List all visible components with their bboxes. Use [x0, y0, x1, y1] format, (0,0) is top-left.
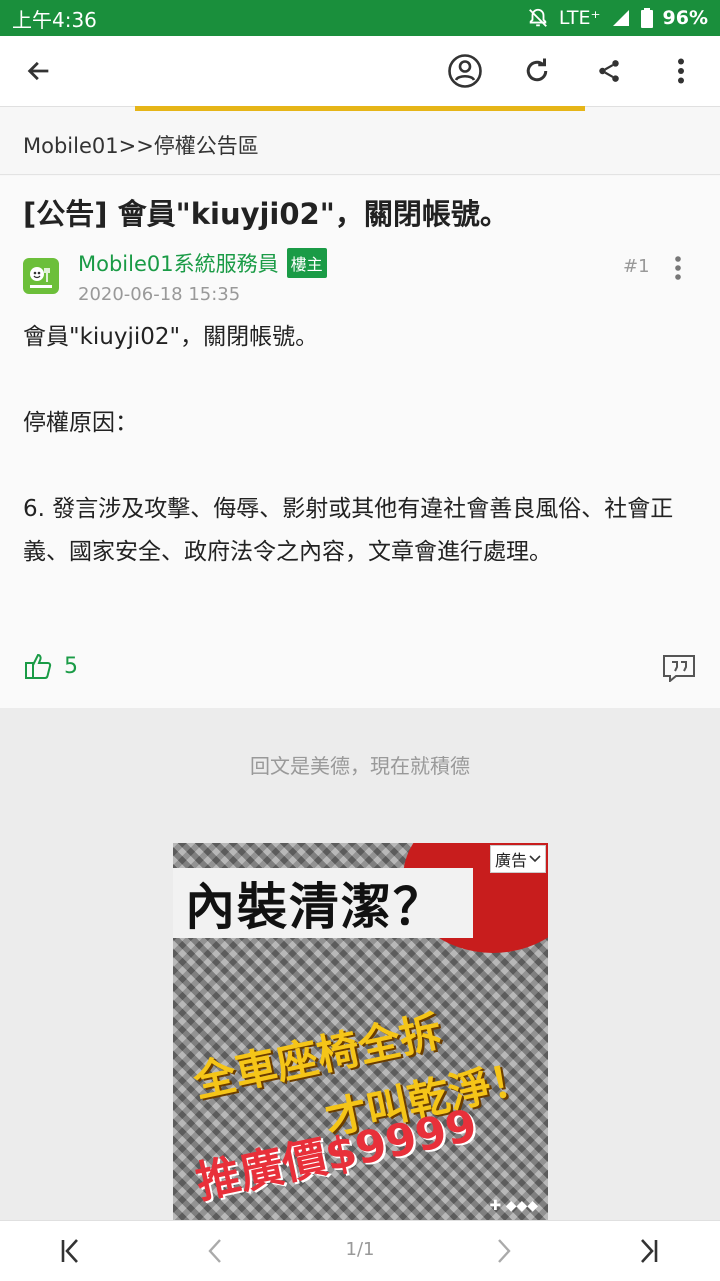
- status-time: 上午4:36: [12, 7, 97, 32]
- avatar[interactable]: [23, 258, 59, 294]
- thumbs-up-icon: [25, 653, 52, 679]
- ad-label-text: 廣告: [494, 851, 527, 870]
- ad-label[interactable]: 廣告: [489, 845, 546, 873]
- signal-icon: [611, 8, 631, 28]
- advertisement[interactable]: 內裝清潔？ 廣告 全車座椅全拆 才叫乾淨！ 推廣價$9999 ✚ ◆◆◆: [173, 843, 548, 1220]
- battery-level: 96%: [662, 7, 708, 29]
- author: Mobile01系統服務員 樓主: [78, 248, 327, 278]
- ad-headline: 內裝清潔？: [185, 878, 445, 936]
- back-button[interactable]: [19, 51, 59, 91]
- account-icon: [448, 54, 482, 88]
- next-page-button[interactable]: [488, 1235, 520, 1267]
- mute-icon: [527, 7, 549, 29]
- reply-encourage-text: 回文是美德，現在就積德: [250, 754, 470, 778]
- previous-page-button[interactable]: [199, 1235, 231, 1267]
- breadcrumb-text[interactable]: Mobile01>>停權公告區: [23, 130, 259, 160]
- chevron-left-icon: [208, 1239, 221, 1263]
- chevron-down-icon: [529, 855, 541, 863]
- status-icons: LTE⁺ 96%: [527, 7, 708, 29]
- post-time: 2020-06-18 15:35: [78, 284, 241, 305]
- ad-brand-logo-icon: ✚ ◆◆◆: [489, 1198, 538, 1214]
- first-page-icon: [61, 1239, 78, 1263]
- quote-button[interactable]: [662, 654, 696, 684]
- share-icon: [599, 60, 619, 82]
- app-bar: [0, 36, 720, 106]
- pager: 1/1: [0, 1220, 720, 1281]
- more-button[interactable]: [661, 51, 701, 91]
- quote-icon: [663, 655, 695, 684]
- post-title: [公告] 會員"kiuyji02"，關閉帳號。: [23, 197, 509, 231]
- like-button[interactable]: 5: [24, 651, 78, 681]
- like-count: 5: [64, 653, 78, 679]
- account-button[interactable]: [445, 51, 485, 91]
- author-name[interactable]: Mobile01系統服務員: [78, 248, 279, 278]
- breadcrumb[interactable]: Mobile01>>停權公告區: [0, 115, 720, 175]
- chevron-right-icon: [498, 1239, 511, 1263]
- status-bar: 上午4:36 LTE⁺ 96%: [0, 0, 720, 36]
- post-body: 會員"kiuyji02"，關閉帳號。 停權原因： 6. 發言涉及攻擊、侮辱、影射…: [23, 324, 674, 565]
- op-badge: 樓主: [286, 248, 327, 278]
- mobile01-logo-icon: [30, 267, 52, 288]
- network-type: LTE⁺: [558, 7, 601, 29]
- page-indicator: 1/1: [345, 1239, 375, 1260]
- refresh-icon: [526, 58, 548, 82]
- reply-area: 回文是美德，現在就積德 內裝清潔？ 廣告 全車座椅全拆 才叫乾淨！ 推廣價$99…: [0, 708, 720, 1220]
- post: [公告] 會員"kiuyji02"，關閉帳號。 Mobile01系統服務員 樓主…: [0, 176, 720, 708]
- page-load-progress: [135, 106, 585, 111]
- more-vertical-icon: [675, 256, 681, 280]
- floor-number: #1: [623, 256, 650, 277]
- more-vertical-icon: [678, 58, 684, 84]
- arrow-left-icon: [27, 61, 49, 81]
- share-button[interactable]: [589, 51, 629, 91]
- post-more-button[interactable]: [666, 253, 690, 283]
- battery-icon: [640, 8, 653, 28]
- last-page-button[interactable]: [632, 1235, 664, 1267]
- refresh-button[interactable]: [517, 51, 557, 91]
- first-page-button[interactable]: [55, 1235, 87, 1267]
- last-page-icon: [641, 1239, 658, 1263]
